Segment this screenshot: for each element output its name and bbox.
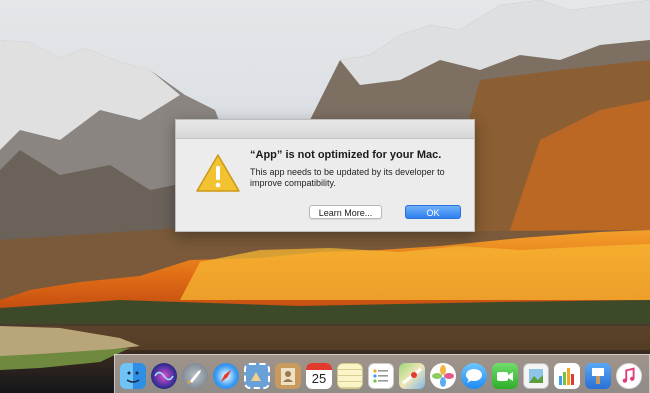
learn-more-button[interactable]: Learn More...	[309, 205, 382, 219]
siri-icon[interactable]	[151, 363, 177, 389]
dialog-title: “App” is not optimized for your Mac.	[250, 149, 442, 161]
dialog-titlebar[interactable]	[176, 120, 474, 139]
rocket-icon[interactable]	[182, 363, 208, 389]
calendar-icon[interactable]: 25	[306, 363, 332, 389]
podium-icon[interactable]	[585, 363, 611, 389]
stamp-icon[interactable]	[244, 363, 270, 389]
photo-frame-icon[interactable]	[523, 363, 549, 389]
ok-button[interactable]: OK	[405, 205, 461, 219]
dock: 25	[114, 354, 650, 393]
calendar-day: 25	[311, 371, 327, 386]
speech-bubble-icon[interactable]	[461, 363, 487, 389]
contacts-book-icon[interactable]	[275, 363, 301, 389]
video-camera-icon[interactable]	[492, 363, 518, 389]
list-icon[interactable]	[368, 363, 394, 389]
warning-icon	[196, 154, 240, 192]
bar-chart-icon[interactable]	[554, 363, 580, 389]
compass-icon[interactable]	[213, 363, 239, 389]
flower-icon[interactable]	[430, 363, 456, 389]
map-icon[interactable]	[399, 363, 425, 389]
alert-dialog: “App” is not optimized for your Mac. Thi…	[175, 119, 475, 232]
notes-icon[interactable]	[337, 363, 363, 389]
dialog-message: This app needs to be updated by its deve…	[250, 167, 445, 188]
finder-icon[interactable]	[120, 363, 146, 389]
music-note-icon[interactable]	[616, 363, 642, 389]
